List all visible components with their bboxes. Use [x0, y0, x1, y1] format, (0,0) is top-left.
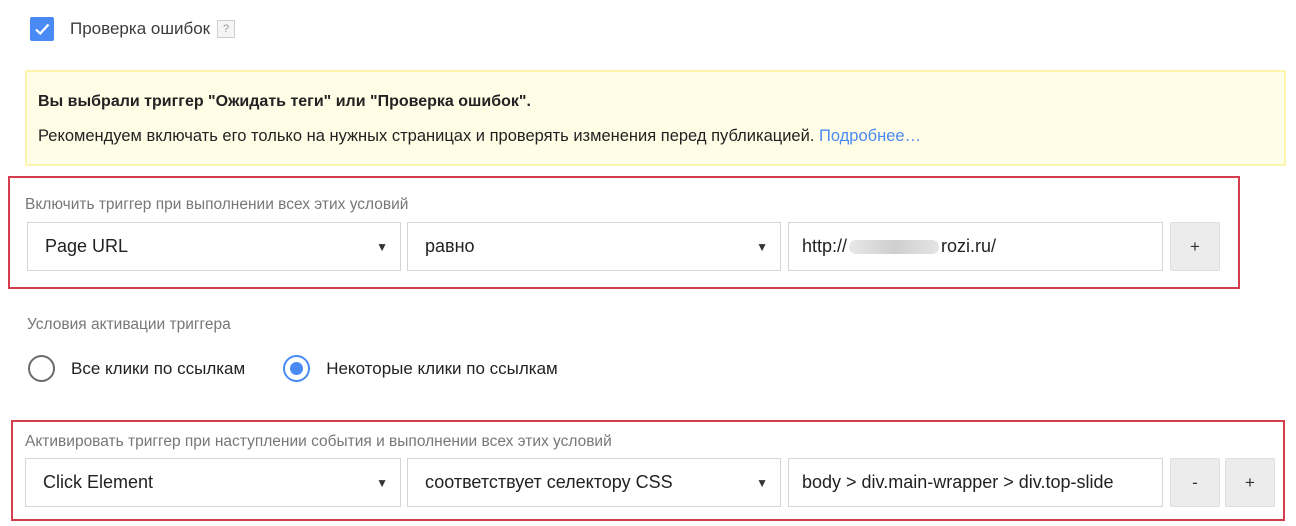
dropdown-arrow-icon: ▼	[376, 239, 388, 254]
notice-text: Рекомендуем включать его только на нужны…	[38, 127, 921, 146]
notice-body: Рекомендуем включать его только на нужны…	[38, 127, 815, 145]
some-clicks-radio[interactable]	[283, 355, 311, 382]
all-clicks-label: Все клики по ссылкам	[71, 358, 246, 378]
dropdown-arrow-icon: ▼	[756, 475, 768, 490]
url-value-suffix: rozi.ru/	[941, 236, 997, 256]
some-clicks-label: Некоторые клики по ссылкам	[326, 358, 558, 378]
url-value-prefix: http://	[802, 236, 848, 256]
event-operator-value: соответствует селектору CSS	[425, 472, 673, 492]
event-variable-value: Click Element	[43, 472, 154, 492]
variable-select[interactable]: Page URL ▼	[27, 222, 401, 271]
dropdown-arrow-icon: ▼	[756, 239, 768, 254]
enable-conditions-box: Включить триггер при выполнении всех эти…	[8, 176, 1240, 289]
add-condition-button[interactable]: +	[1170, 222, 1220, 271]
checkmark-icon	[35, 23, 50, 36]
notice-title: Вы выбрали триггер "Ожидать теги" или "П…	[38, 93, 531, 110]
variable-select-value: Page URL	[45, 236, 129, 256]
redacted-mask	[849, 239, 940, 254]
learn-more-link[interactable]: Подробнее…	[819, 127, 921, 145]
dropdown-arrow-icon: ▼	[376, 475, 388, 490]
all-clicks-radio[interactable]	[28, 355, 55, 382]
error-check-label: Проверка ошибок	[70, 19, 211, 38]
activation-radio-group: Все клики по ссылкам Некоторые клики по …	[28, 355, 558, 382]
radio-dot	[290, 362, 304, 375]
enable-conditions-label: Включить триггер при выполнении всех эти…	[25, 196, 409, 213]
event-conditions-box: Активировать триггер при наступлении соб…	[11, 420, 1285, 521]
url-value-input[interactable]: http:// rozi.ru/	[788, 222, 1163, 271]
css-selector-input[interactable]: body > div.main-wrapper > div.top-slide	[788, 458, 1163, 507]
operator-select[interactable]: равно ▼	[407, 222, 781, 271]
event-operator-select[interactable]: соответствует селектору CSS ▼	[407, 458, 781, 507]
warning-notice: Вы выбрали триггер "Ожидать теги" или "П…	[25, 70, 1286, 166]
error-check-checkbox[interactable]	[30, 17, 54, 41]
remove-condition-button[interactable]: -	[1170, 458, 1220, 507]
event-variable-select[interactable]: Click Element ▼	[25, 458, 401, 507]
css-selector-value: body > div.main-wrapper > div.top-slide	[802, 472, 1114, 492]
help-icon[interactable]: ?	[217, 20, 236, 38]
activation-label: Условия активации триггера	[27, 316, 231, 333]
error-check-row: Проверка ошибок ?	[30, 17, 236, 41]
event-conditions-label: Активировать триггер при наступлении соб…	[25, 433, 612, 450]
add-event-condition-button[interactable]: +	[1225, 458, 1275, 507]
operator-select-value: равно	[425, 236, 475, 256]
trigger-settings-panel: Проверка ошибок ? Вы выбрали триггер "Ож…	[0, 0, 1296, 526]
